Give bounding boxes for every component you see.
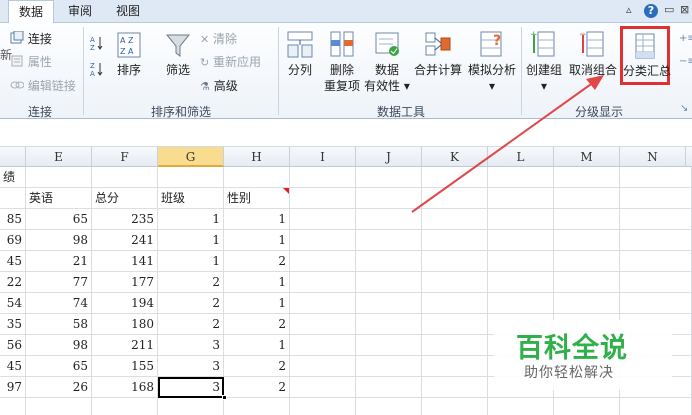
- watermark-subtitle: 助你轻松解决: [524, 365, 614, 381]
- watermark-title: 百科全说: [516, 333, 628, 364]
- watermark: 百科全说 助你轻松解决: [494, 320, 672, 390]
